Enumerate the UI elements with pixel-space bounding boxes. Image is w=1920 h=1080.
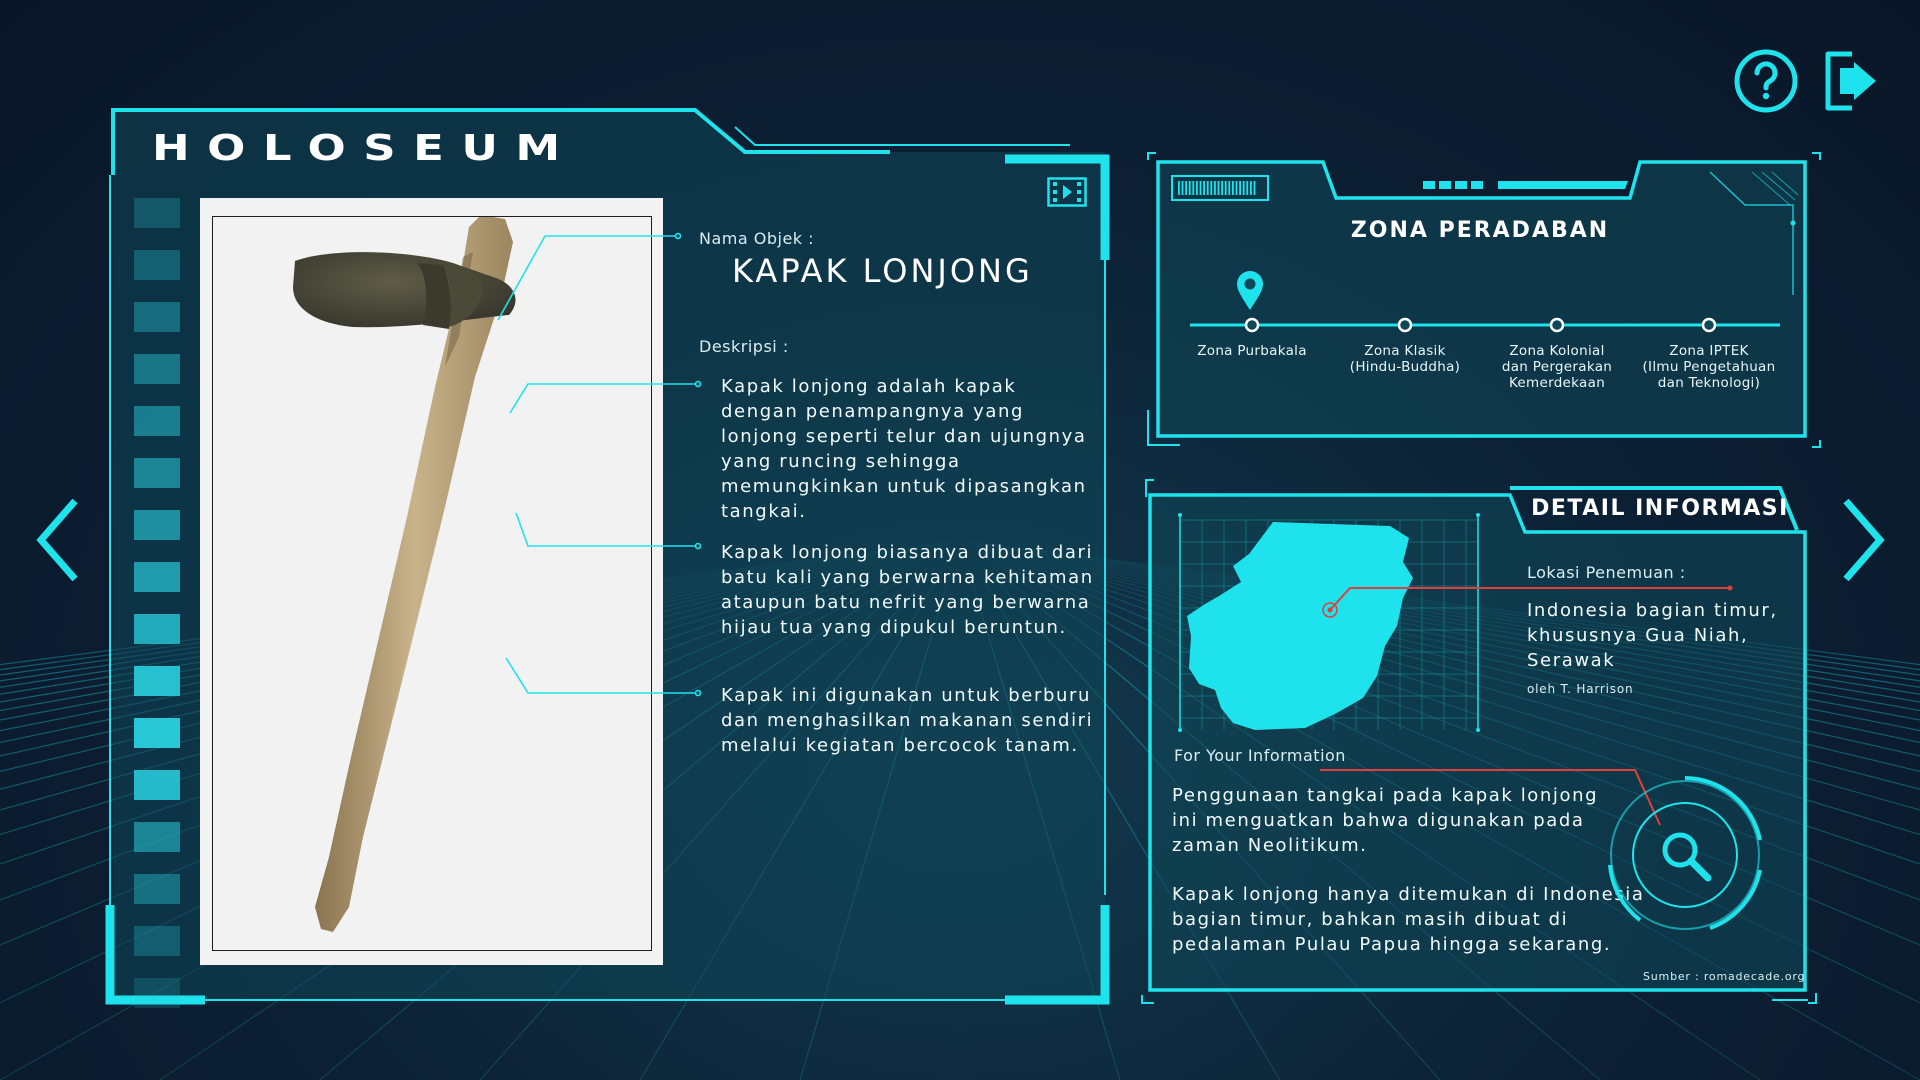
zona-item-3[interactable]: Zona IPTEK (Ilmu Pengetahuan dan Teknologi… (1629, 343, 1789, 391)
object-name-label: Nama Objek : (699, 229, 815, 248)
magnifier-icon (1662, 832, 1712, 882)
fyi-paragraph-2: Kapak lonjong hanya ditemukan di Indones… (1172, 884, 1645, 955)
exit-button[interactable] (1820, 48, 1880, 114)
chevron-left-icon (36, 498, 78, 582)
magnifier-radar (1608, 776, 1762, 930)
discoverer: oleh T. Harrison (1527, 682, 1634, 696)
strip-square (134, 302, 180, 332)
zona-node[interactable] (1549, 317, 1565, 333)
description-paragraph-2: Kapak lonjong biasanya dibuat dari batu … (721, 542, 1094, 638)
fyi-label: For Your Information (1174, 746, 1346, 765)
strip-square (134, 510, 180, 540)
strip-square (134, 926, 180, 956)
zona-item-label-line: Zona Purbakala (1197, 343, 1307, 359)
zona-item-label-line: Zona Kolonial (1509, 343, 1605, 359)
source-credit: Sumber : romadecade.org (1643, 970, 1806, 983)
prev-button[interactable] (33, 495, 83, 585)
film-strip-icon[interactable] (1047, 177, 1087, 207)
zona-item-label-line: dan Teknologi) (1657, 375, 1761, 391)
zona-item-label-line: Kemerdekaan (1508, 375, 1606, 391)
zona-node[interactable] (1244, 317, 1260, 333)
zona-item-0[interactable]: Zona Purbakala (1172, 343, 1332, 359)
zona-timeline (1244, 317, 1717, 333)
fyi-paragraph-1: Penggunaan tangkai pada kapak lonjong in… (1172, 785, 1599, 856)
object-name: KAPAK LONJONG (732, 252, 1033, 290)
strip-square (134, 354, 180, 384)
question-circle-icon (1734, 49, 1798, 113)
zona-item-label-line: Zona IPTEK (1669, 343, 1749, 359)
strip-square (134, 718, 180, 748)
zona-item-label-line: (Ilmu Pengetahuan (1642, 359, 1776, 375)
strip-square (134, 874, 180, 904)
description-paragraph-1: Kapak lonjong adalah kapak dengan penamp… (721, 376, 1087, 522)
chevron-right-icon (1843, 498, 1885, 582)
next-button[interactable] (1838, 495, 1888, 585)
strip-square (134, 666, 180, 696)
app-title: HOLOSEUM (152, 128, 578, 169)
strip-square (134, 198, 180, 228)
description-label: Deskripsi : (699, 337, 789, 356)
strip-square (134, 406, 180, 436)
strip-square (134, 562, 180, 592)
zona-item-label-line: Zona Klasik (1364, 343, 1446, 359)
strip-square (134, 978, 180, 1008)
strip-square (134, 614, 180, 644)
zona-node[interactable] (1397, 317, 1413, 333)
description-paragraph-3: Kapak ini digunakan untuk berburu dan me… (721, 685, 1094, 756)
location-label: Lokasi Penemuan : (1527, 563, 1686, 582)
zona-node[interactable] (1701, 317, 1717, 333)
zona-item-label-line: (Hindu-Buddha) (1349, 359, 1461, 375)
location-value: Indonesia bagian timur, khususnya Gua Ni… (1527, 600, 1778, 671)
detail-title: DETAIL INFORMASI (1531, 496, 1789, 521)
zona-item-1[interactable]: Zona Klasik (Hindu-Buddha) (1325, 343, 1485, 375)
connector-lines (497, 232, 702, 697)
strip-square (134, 250, 180, 280)
strip-square (134, 822, 180, 852)
strip-square (134, 770, 180, 800)
exit-door-icon (1825, 51, 1876, 111)
zona-item-label-line: dan Pergerakan (1501, 359, 1613, 375)
zona-item-2[interactable]: Zona Kolonial dan Pergerakan Kemerdekaan (1477, 343, 1637, 391)
strip-square (134, 458, 180, 488)
help-button[interactable] (1733, 48, 1799, 114)
